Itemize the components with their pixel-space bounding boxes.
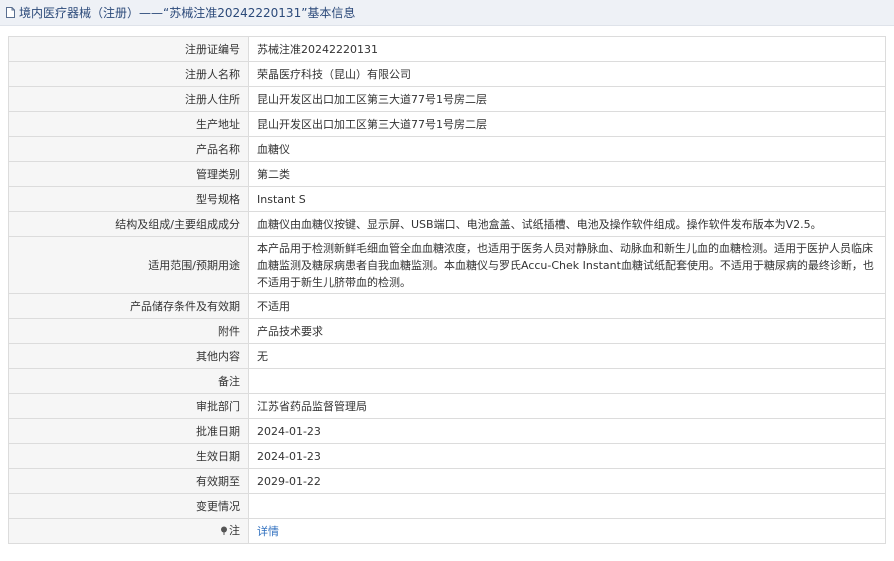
page-title: 境内医疗器械（注册）——“苏械注准20242220131”基本信息 xyxy=(19,6,356,20)
row-label: 批准日期 xyxy=(8,418,249,444)
pin-icon xyxy=(220,523,228,540)
row-label: 其他内容 xyxy=(8,343,249,369)
row-label: 产品名称 xyxy=(8,136,249,162)
row-label: 适用范围/预期用途 xyxy=(8,236,249,294)
note-label: 注 xyxy=(229,524,240,537)
table-row: 注册证编号 苏械注准20242220131 xyxy=(8,36,886,62)
row-value: 昆山开发区出口加工区第三大道77号1号房二层 xyxy=(248,111,886,137)
row-label: 注册人名称 xyxy=(8,61,249,87)
row-value xyxy=(248,368,886,394)
row-value: 荣晶医疗科技（昆山）有限公司 xyxy=(248,61,886,87)
table-row: 产品名称 血糖仪 xyxy=(8,136,886,162)
row-value: 不适用 xyxy=(248,293,886,319)
table-row: 注册人住所 昆山开发区出口加工区第三大道77号1号房二层 xyxy=(8,86,886,112)
row-value: 第二类 xyxy=(248,161,886,187)
row-label: 型号规格 xyxy=(8,186,249,212)
row-label: 注册证编号 xyxy=(8,36,249,62)
row-label: 生效日期 xyxy=(8,443,249,469)
row-value: 无 xyxy=(248,343,886,369)
info-table: 注册证编号 苏械注准20242220131 注册人名称 荣晶医疗科技（昆山）有限… xyxy=(8,36,886,544)
document-icon xyxy=(6,7,15,18)
row-label: 变更情况 xyxy=(8,493,249,519)
table-row: 附件 产品技术要求 xyxy=(8,318,886,344)
table-row: 生效日期 2024-01-23 xyxy=(8,443,886,469)
table-row: 审批部门 江苏省药品监督管理局 xyxy=(8,393,886,419)
note-value-cell: 详情 xyxy=(248,518,886,544)
row-value: 江苏省药品监督管理局 xyxy=(248,393,886,419)
table-row: 适用范围/预期用途 本产品用于检测新鲜毛细血管全血血糖浓度，也适用于医务人员对静… xyxy=(8,236,886,294)
table-row: 型号规格 Instant S xyxy=(8,186,886,212)
table-row: 其他内容 无 xyxy=(8,343,886,369)
table-row: 结构及组成/主要组成成分 血糖仪由血糖仪按键、显示屏、USB端口、电池盒盖、试纸… xyxy=(8,211,886,237)
row-value: 苏械注准20242220131 xyxy=(248,36,886,62)
row-value: 产品技术要求 xyxy=(248,318,886,344)
note-label-cell: 注 xyxy=(8,518,249,544)
row-value: 2029-01-22 xyxy=(248,468,886,494)
table-row: 管理类别 第二类 xyxy=(8,161,886,187)
row-value: 血糖仪 xyxy=(248,136,886,162)
row-label: 审批部门 xyxy=(8,393,249,419)
row-label: 生产地址 xyxy=(8,111,249,137)
row-label: 产品储存条件及有效期 xyxy=(8,293,249,319)
row-value xyxy=(248,493,886,519)
row-value: 血糖仪由血糖仪按键、显示屏、USB端口、电池盒盖、试纸插槽、电池及操作软件组成。… xyxy=(248,211,886,237)
table-row: 有效期至 2029-01-22 xyxy=(8,468,886,494)
table-row: 备注 xyxy=(8,368,886,394)
row-label: 附件 xyxy=(8,318,249,344)
row-value: Instant S xyxy=(248,186,886,212)
row-label: 有效期至 xyxy=(8,468,249,494)
row-label: 管理类别 xyxy=(8,161,249,187)
row-value: 2024-01-23 xyxy=(248,418,886,444)
page-header: 境内医疗器械（注册）——“苏械注准20242220131”基本信息 xyxy=(0,0,894,26)
row-value: 昆山开发区出口加工区第三大道77号1号房二层 xyxy=(248,86,886,112)
row-value: 2024-01-23 xyxy=(248,443,886,469)
note-row: 注 详情 xyxy=(8,518,886,544)
row-label: 注册人住所 xyxy=(8,86,249,112)
row-label: 备注 xyxy=(8,368,249,394)
table-row: 生产地址 昆山开发区出口加工区第三大道77号1号房二层 xyxy=(8,111,886,137)
details-link[interactable]: 详情 xyxy=(257,525,279,538)
table-row: 产品储存条件及有效期 不适用 xyxy=(8,293,886,319)
table-row: 批准日期 2024-01-23 xyxy=(8,418,886,444)
row-value: 本产品用于检测新鲜毛细血管全血血糖浓度，也适用于医务人员对静脉血、动脉血和新生儿… xyxy=(248,236,886,294)
table-row: 变更情况 xyxy=(8,493,886,519)
table-row: 注册人名称 荣晶医疗科技（昆山）有限公司 xyxy=(8,61,886,87)
row-label: 结构及组成/主要组成成分 xyxy=(8,211,249,237)
